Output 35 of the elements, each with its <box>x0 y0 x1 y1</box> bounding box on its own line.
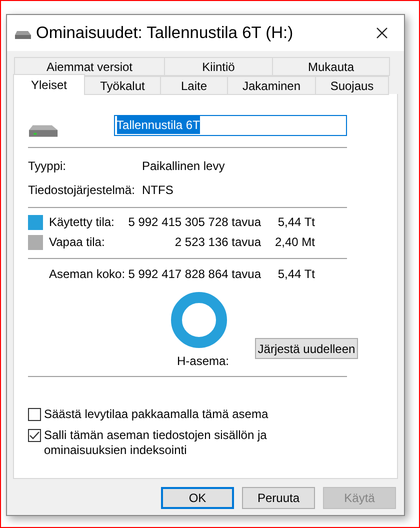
field-label: Käytetty tila: <box>49 214 116 231</box>
tab[interactable]: Suojaus <box>315 76 389 95</box>
tab[interactable]: Laite <box>160 76 228 95</box>
dialog-button[interactable]: OK <box>161 487 234 509</box>
size-value: 2,40 Mt <box>274 234 315 251</box>
name-field[interactable]: Tallennustila 6T <box>114 114 347 136</box>
drive-icon <box>15 31 31 39</box>
tab[interactable]: Mukauta <box>272 57 390 76</box>
cleanup-button[interactable]: Järjestä uudelleen <box>255 338 358 359</box>
checkbox-label: Säästä levytilaa pakkaamalla tämä asema <box>44 407 270 422</box>
field-label: Tiedostojärjestelmä: <box>28 182 136 199</box>
byte-count: 2 523 136 tavua <box>174 234 261 251</box>
field-label: Aseman koko: <box>49 266 125 283</box>
drive-icon <box>29 125 58 137</box>
field-value: Paikallinen levy <box>142 158 225 175</box>
checkbox[interactable] <box>28 408 41 421</box>
field-label: Vapaa tila: <box>49 234 106 251</box>
drive-label: H-asema: <box>177 353 230 370</box>
tab[interactable]: Kiintiö <box>164 57 273 76</box>
size-value: 5,44 Tt <box>276 214 315 231</box>
close-icon <box>376 27 388 39</box>
field-label: Tyyppi: <box>28 158 68 175</box>
byte-count: 5 992 415 305 728 tavua <box>127 214 261 231</box>
tab[interactable]: Aiemmat versiot <box>14 57 165 76</box>
size-value: 5,44 Tt <box>276 266 315 283</box>
byte-count: 5 992 417 828 864 tavua <box>127 266 261 283</box>
dialog-button[interactable]: Peruuta <box>242 487 315 509</box>
checkbox[interactable] <box>28 429 41 442</box>
window-title: Ominaisuudet: Tallennustila 6T (H:) <box>36 22 294 44</box>
tab[interactable]: Yleiset <box>13 74 85 95</box>
donut-drawing <box>170 291 228 349</box>
field-value: NTFS <box>142 182 174 199</box>
tab[interactable]: Työkalut <box>84 76 161 95</box>
checkbox-label: Salli tämän aseman tiedostojen sisällön ja ominaisuuksien indeksointi <box>44 428 268 458</box>
tab[interactable]: Jakaminen <box>227 76 316 95</box>
